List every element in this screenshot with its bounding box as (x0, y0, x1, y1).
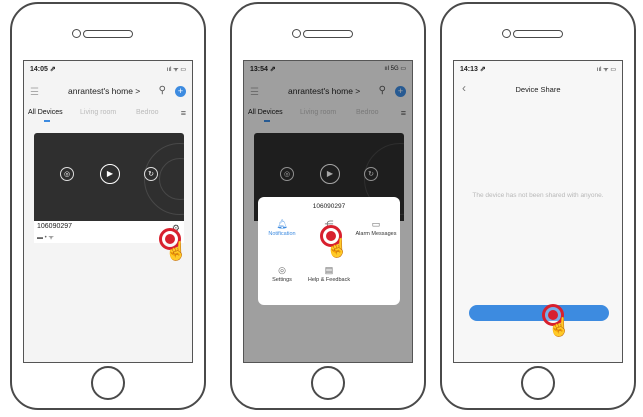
plus-icon[interactable]: + (175, 86, 186, 97)
status-icons: ııl ᯤ ▭ (596, 67, 616, 73)
front-camera (502, 29, 511, 38)
speaker (303, 30, 353, 38)
bell-icon: 🔔︎ (276, 219, 288, 229)
home-button (521, 366, 555, 400)
playback-icon[interactable]: ◎ (60, 167, 74, 181)
user-icon[interactable]: ⚲ (159, 85, 166, 96)
replay-icon[interactable]: ↻ (144, 167, 158, 181)
notification-label: Notification (268, 231, 296, 237)
home-screen: 14:05 ⇗ ııl ᯤ ▭ ☰ anrantest's home > ⚲ +… (23, 60, 193, 363)
tap-indicator: ☝ (320, 225, 348, 257)
tab-underline (44, 120, 50, 122)
hand-pointer-icon: ☝ (165, 241, 188, 261)
home-button (311, 366, 345, 400)
empty-share-message: The device has not been shared with anyo… (472, 192, 604, 199)
device-share-screen: 14:13 ⇗ ııl ᯤ ▭ ‹ Device Share The devic… (453, 60, 623, 363)
device-status-icons: ▬ • ᯤ (37, 235, 54, 241)
alarm-messages-label: Alarm Messages (355, 231, 397, 237)
tab-all-devices[interactable]: All Devices (28, 109, 63, 116)
status-time: 14:13 ⇗ (460, 66, 486, 73)
speaker (513, 30, 563, 38)
menu-icon[interactable]: ☰ (30, 87, 39, 98)
phone-frame-1: 14:05 ⇗ ııl ᯤ ▭ ☰ anrantest's home > ⚲ +… (10, 2, 206, 410)
settings-icon: ◎ (278, 265, 286, 275)
alarm-messages-button[interactable]: ▭ Alarm Messages (354, 219, 398, 237)
play-icon[interactable]: ▶ (100, 164, 120, 184)
status-time: 14:05 ⇗ (30, 66, 56, 73)
room-tabs: All Devices Living room Bedroo ≡ (24, 108, 192, 125)
speaker (83, 30, 133, 38)
tap-indicator: ☝ (159, 228, 187, 260)
status-bar: 14:13 ⇗ ııl ᯤ ▭ (460, 65, 616, 75)
notification-button[interactable]: 🔔︎ Notification (260, 219, 304, 237)
settings-label: Settings (272, 277, 292, 283)
tab-bedroom[interactable]: Bedroo (136, 109, 159, 116)
front-camera (292, 29, 301, 38)
more-tabs-icon[interactable]: ≡ (181, 108, 186, 118)
status-icons: ııl ᯤ ▭ (166, 67, 186, 73)
status-bar: 14:05 ⇗ ııl ᯤ ▭ (30, 65, 186, 75)
home-screen-popup: 13:54 ⇗ ııl 5G ▭ ☰ anrantest's home > ⚲ … (243, 60, 413, 363)
share-button[interactable] (469, 305, 609, 321)
front-camera (72, 29, 81, 38)
tab-living-room[interactable]: Living room (80, 109, 116, 116)
phone-frame-3: 14:13 ⇗ ııl ᯤ ▭ ‹ Device Share The devic… (440, 2, 636, 410)
settings-button[interactable]: ◎ Settings (260, 265, 304, 283)
page-title: Device Share (515, 85, 561, 94)
device-name: 106090297 (37, 223, 73, 230)
alarm-message-icon: ▭ (371, 219, 381, 229)
help-icon: ▤ (324, 265, 334, 275)
hand-pointer-icon: ☝ (326, 238, 349, 258)
camera-preview[interactable]: ◎ ▶ ↻ (34, 133, 184, 221)
top-navbar: ☰ anrantest's home > ⚲ + (24, 83, 192, 101)
tap-indicator: ☝ (542, 304, 570, 336)
help-feedback-label: Help & Feedback (307, 277, 351, 283)
popup-device-name: 106090297 (312, 203, 346, 210)
help-feedback-button[interactable]: ▤ Help & Feedback (307, 265, 351, 283)
home-selector[interactable]: anrantest's home > (68, 86, 140, 96)
hand-pointer-icon: ☝ (548, 317, 571, 337)
home-button (91, 366, 125, 400)
phone-frame-2: 13:54 ⇗ ııl 5G ▭ ☰ anrantest's home > ⚲ … (230, 2, 426, 410)
